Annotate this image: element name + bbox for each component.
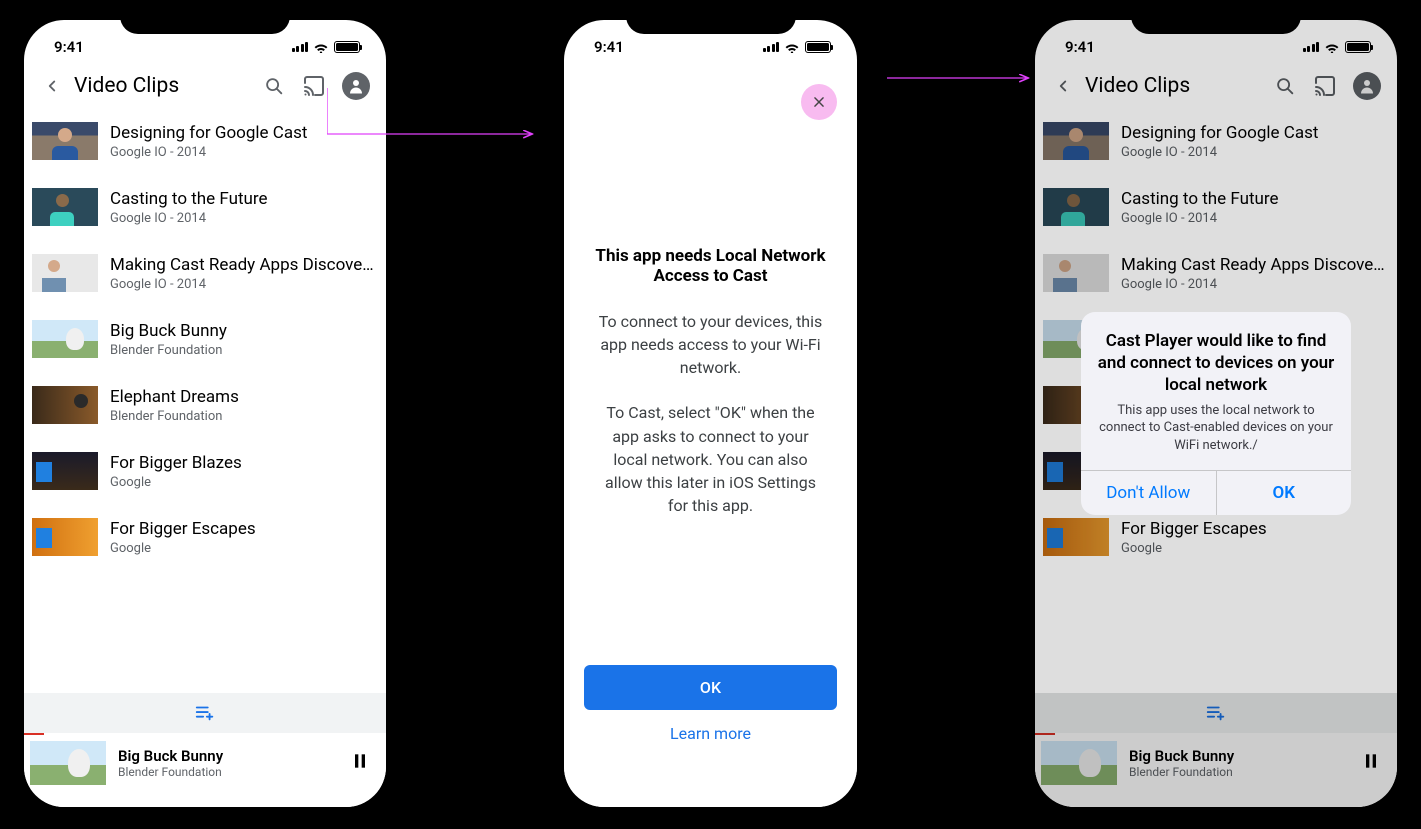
queue-bar[interactable] (24, 693, 386, 733)
interstitial-title: This app needs Local Network Access to C… (594, 246, 827, 286)
item-subtitle: Google (110, 475, 378, 490)
thumbnail (32, 254, 98, 292)
home-indicator[interactable] (1151, 808, 1281, 813)
close-button[interactable] (801, 84, 837, 120)
page-title: Video Clips (74, 74, 252, 98)
item-title: Making Cast Ready Apps Discover... (110, 255, 378, 275)
alert-title: Cast Player would like to find and conne… (1097, 330, 1335, 396)
thumbnail (32, 188, 98, 226)
thumbnail (32, 122, 98, 160)
playlist-add-icon (194, 702, 216, 724)
list-item[interactable]: Elephant Dreams Blender Foundation (24, 372, 386, 438)
pause-button[interactable] (350, 751, 370, 775)
video-list: Designing for Google Cast Google IO - 201… (24, 108, 386, 693)
player-thumbnail (30, 741, 106, 785)
phone-list: 9:41 Video Clips Designing for Google Ca… (10, 6, 400, 821)
thumbnail (32, 320, 98, 358)
alert-message: This app uses the local network to conne… (1097, 402, 1335, 455)
item-subtitle: Blender Foundation (110, 343, 378, 358)
item-title: For Bigger Escapes (110, 519, 378, 539)
battery-icon (805, 41, 831, 53)
item-subtitle: Google IO - 2014 (110, 211, 378, 226)
item-title: For Bigger Blazes (110, 453, 378, 473)
thumbnail (32, 518, 98, 556)
permission-overlay: Cast Player would like to find and conne… (1035, 20, 1397, 807)
item-title: Big Buck Bunny (110, 321, 378, 341)
close-icon (812, 95, 826, 109)
player-title: Big Buck Bunny (118, 747, 338, 765)
status-time: 9:41 (594, 38, 624, 56)
item-subtitle: Google IO - 2014 (110, 277, 378, 292)
home-indicator[interactable] (140, 808, 270, 813)
list-item[interactable]: For Bigger Blazes Google (24, 438, 386, 504)
cellular-icon (763, 42, 780, 52)
notch (626, 6, 796, 34)
phone-interstitial: 9:41 This app needs Local Network Access… (550, 6, 871, 821)
list-item[interactable]: For Bigger Escapes Google (24, 504, 386, 570)
notch (120, 6, 290, 34)
mini-player[interactable]: Big Buck BunnyBlender Foundation (24, 733, 386, 807)
allow-button[interactable]: OK (1217, 471, 1352, 515)
list-item[interactable]: Making Cast Ready Apps Discover... Google… (24, 240, 386, 306)
home-indicator[interactable] (646, 808, 776, 813)
item-title: Casting to the Future (110, 189, 378, 209)
search-button[interactable] (262, 74, 286, 98)
thumbnail (32, 452, 98, 490)
status-time: 9:41 (54, 38, 84, 56)
thumbnail (32, 386, 98, 424)
interstitial-p1: To connect to your devices, this app nee… (594, 310, 827, 380)
learn-more-button[interactable]: Learn more (584, 710, 837, 757)
interstitial: This app needs Local Network Access to C… (564, 64, 857, 807)
item-subtitle: Google IO - 2014 (110, 145, 378, 160)
cast-button[interactable] (302, 74, 326, 98)
navbar: Video Clips (24, 64, 386, 108)
cellular-icon (292, 42, 309, 52)
item-title: Designing for Google Cast (110, 123, 378, 143)
phone-alert: 9:41 Video Clips Designing for Google Ca… (1021, 6, 1411, 821)
wifi-icon (784, 41, 800, 53)
player-subtitle: Blender Foundation (118, 765, 338, 779)
dont-allow-button[interactable]: Don't Allow (1081, 471, 1217, 515)
item-title: Elephant Dreams (110, 387, 378, 407)
item-subtitle: Google (110, 541, 378, 556)
permission-alert: Cast Player would like to find and conne… (1081, 312, 1351, 516)
account-button[interactable] (342, 72, 370, 100)
wifi-icon (313, 41, 329, 53)
interstitial-p2: To Cast, select "OK" when the app asks t… (594, 401, 827, 517)
item-subtitle: Blender Foundation (110, 409, 378, 424)
list-item[interactable]: Big Buck Bunny Blender Foundation (24, 306, 386, 372)
list-item[interactable]: Designing for Google Cast Google IO - 201… (24, 108, 386, 174)
list-item[interactable]: Casting to the Future Google IO - 2014 (24, 174, 386, 240)
ok-button[interactable]: OK (584, 665, 837, 710)
battery-icon (334, 41, 360, 53)
notch (1131, 6, 1301, 34)
back-button[interactable] (40, 74, 64, 98)
